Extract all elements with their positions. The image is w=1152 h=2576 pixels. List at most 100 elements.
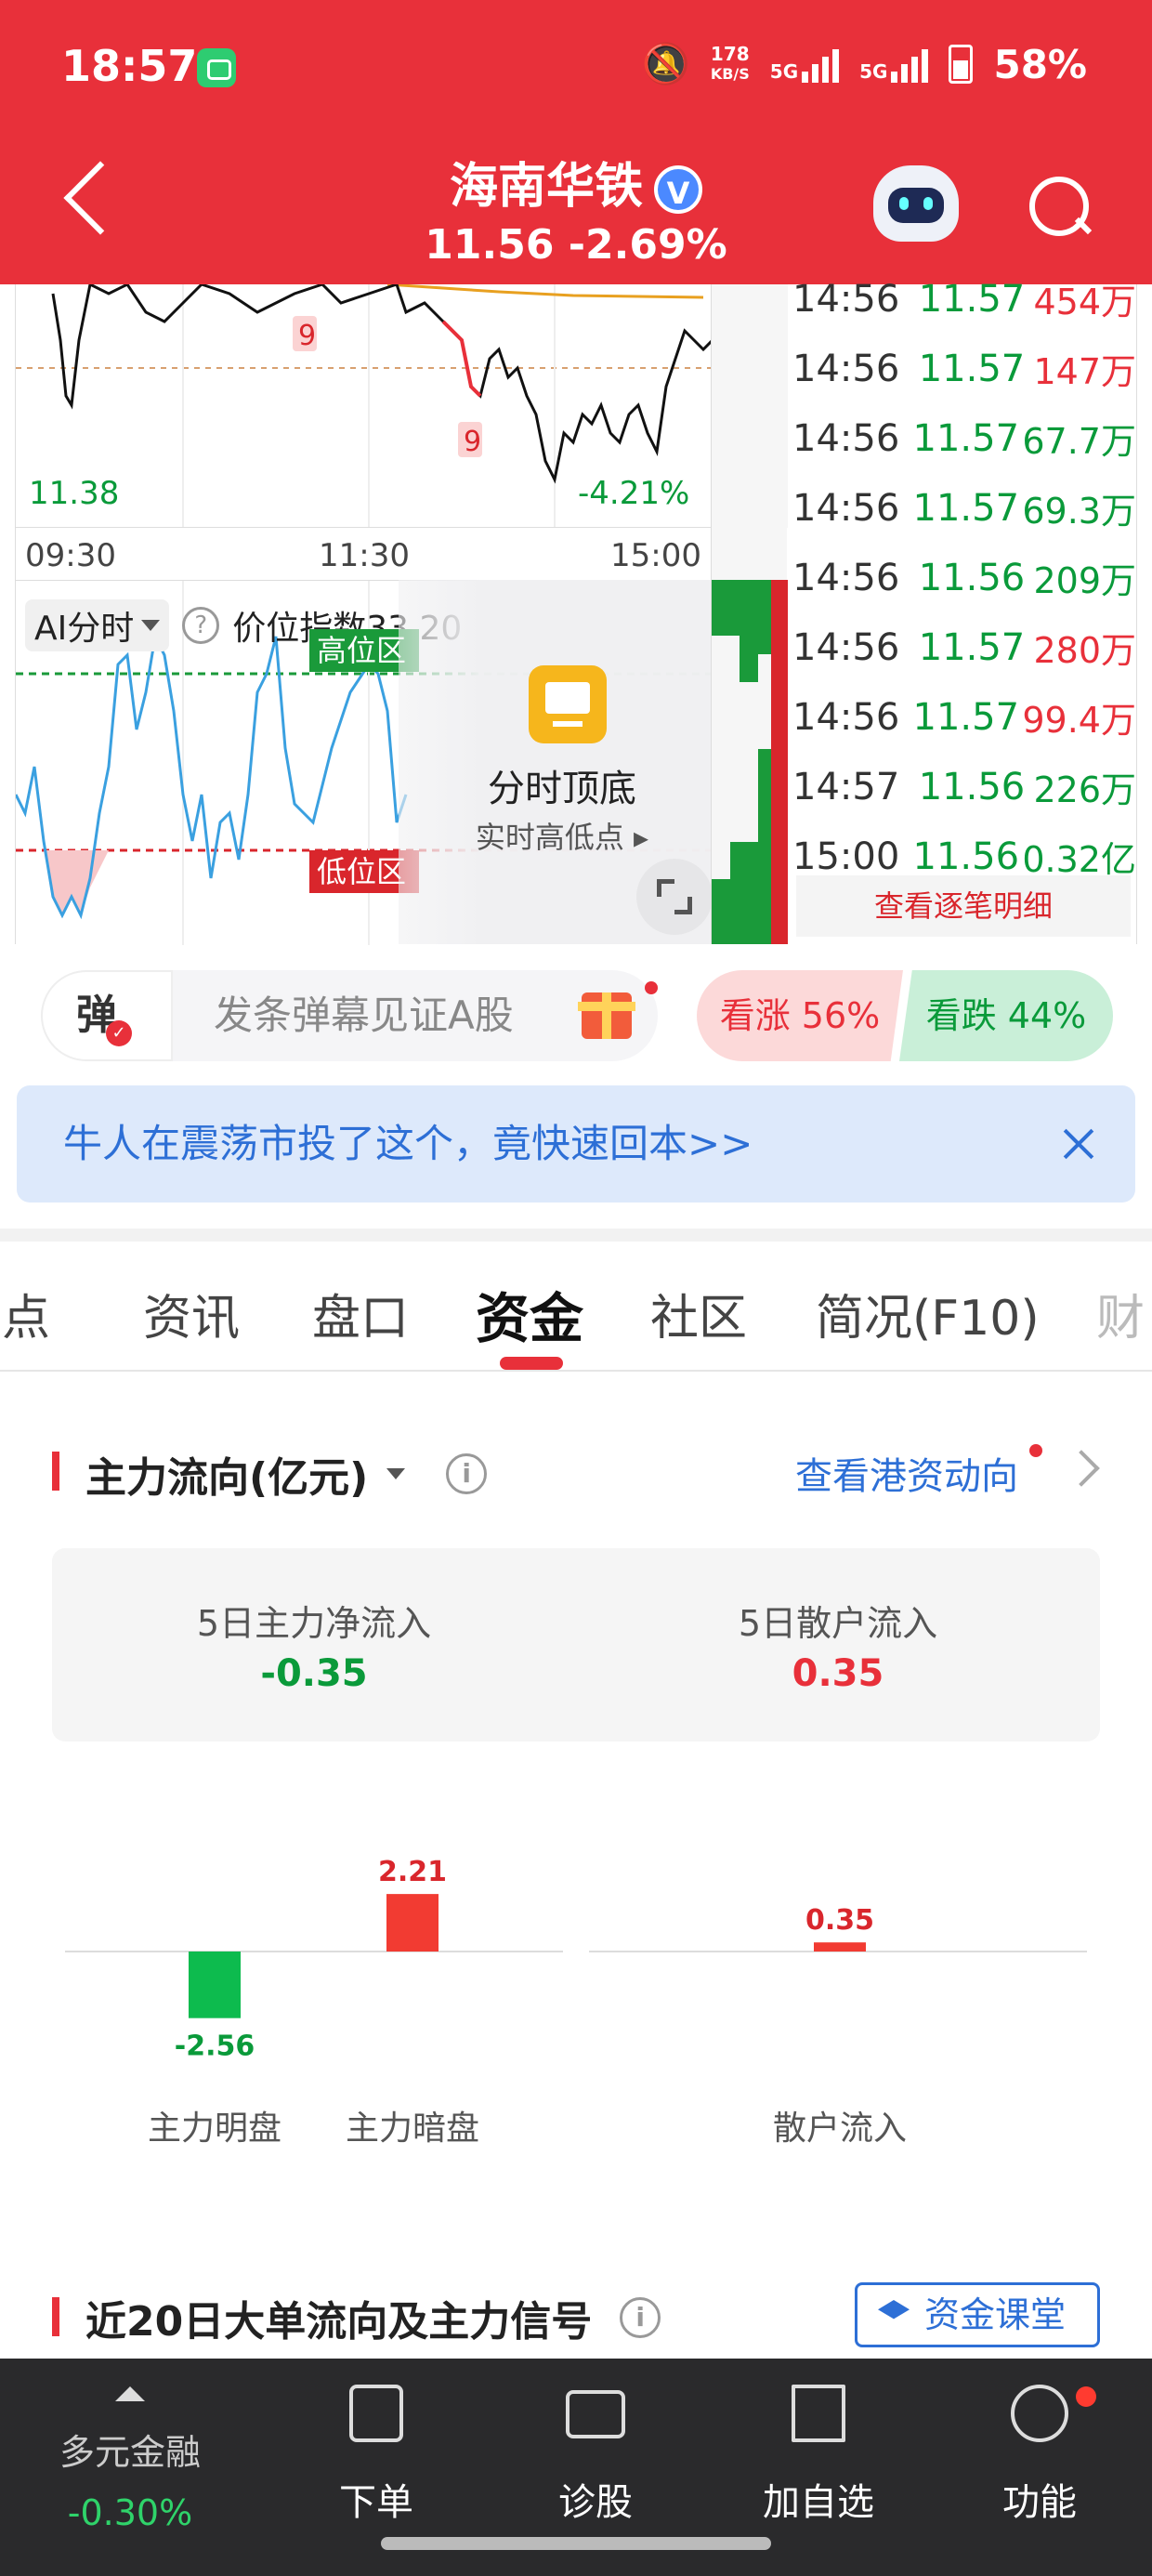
vote-down-button[interactable]: 看跌 44%: [899, 970, 1113, 1061]
tick-row: 14:56 11.57 67.7万: [792, 403, 1136, 473]
tab-financials[interactable]: 财: [1096, 1279, 1145, 1348]
info-icon[interactable]: i: [446, 1453, 488, 1494]
tick-row: 14:57 11.56 226万: [792, 752, 1136, 821]
tick-volume: 147万: [1033, 351, 1136, 392]
order-depth-bars: [712, 284, 788, 944]
tick-volume: 454万: [1033, 282, 1136, 322]
home-indicator[interactable]: [381, 2537, 771, 2550]
large-order-flow-title: 近20日大单流向及主力信号 i: [85, 2288, 661, 2347]
tick-row: 14:56 11.57 69.3万: [792, 473, 1136, 543]
tick-price: 11.57: [918, 277, 1026, 321]
info-icon[interactable]: i: [620, 2297, 661, 2338]
sector-index[interactable]: 多元金融 -0.30%: [28, 2359, 232, 2576]
help-icon[interactable]: ?: [182, 607, 220, 644]
expand-icon[interactable]: [636, 859, 713, 935]
tab-community[interactable]: 社区: [650, 1279, 747, 1348]
menu-circle-icon: [1011, 2385, 1068, 2442]
tick-price: 11.56: [918, 765, 1026, 808]
flow-summary-card: 5日主力净流入 -0.35 5日散户流入 0.35: [52, 1548, 1100, 1741]
bar-value-label: 0.35: [805, 1904, 874, 1937]
overlay-subtitle[interactable]: 实时高低点 ▸: [399, 814, 726, 857]
bar-value-label: 2.21: [378, 1856, 447, 1888]
fund-flow-bar-chart: -2.56 主力明盘 2.21 主力暗盘 0.35 散户流入: [65, 1856, 1087, 2148]
tick-time: 14:56: [792, 277, 900, 321]
tick-price: 11.56: [918, 556, 1026, 599]
low-price-label: 11.38: [29, 475, 120, 512]
notification-dot: [1029, 1444, 1042, 1457]
intraday-top-bottom-overlay[interactable]: 分时顶底 实时高低点 ▸: [399, 580, 726, 944]
danmaku-input[interactable]: 弹 发条弹幕见证A股: [41, 970, 658, 1061]
tick-time: 14:56: [792, 695, 900, 739]
vote-up-button[interactable]: 看涨 56%: [697, 970, 903, 1061]
hk-capital-link[interactable]: 查看港资动向: [795, 1446, 1018, 1500]
ai-robot-icon[interactable]: [873, 165, 959, 242]
close-icon[interactable]: [1059, 1124, 1098, 1163]
low-pct-label: -4.21%: [578, 475, 690, 512]
tick-price: 11.57: [912, 416, 1020, 460]
detail-tabs: 看点 资讯 盘口 资金 社区 简况(F10) 财: [0, 1242, 1152, 1372]
bull-bear-vote: 看涨 56% 看跌 44%: [697, 970, 1113, 1061]
search-icon[interactable]: [1026, 173, 1091, 238]
tick-time: 14:57: [792, 765, 900, 808]
category-label: 散户流入: [773, 2109, 907, 2148]
main-net-inflow: 5日主力净流入 -0.35: [196, 1603, 432, 1695]
status-time: 18:57: [61, 41, 198, 91]
volume-column: [711, 284, 788, 944]
overlay-title: 分时顶底: [488, 768, 636, 810]
tick-volume: 0.32亿: [1022, 839, 1136, 880]
mute-icon: 🔕: [641, 41, 690, 86]
tab-order-book[interactable]: 盘口: [312, 1279, 409, 1348]
tick-time: 14:56: [792, 416, 900, 460]
bar-1: [386, 1894, 439, 1952]
stock-title: 海南华铁 V: [0, 147, 1152, 217]
bar-0: [189, 1952, 241, 2018]
caret-up-icon: [115, 2386, 145, 2401]
intraday-chart-area: 9 9 11.38 -4.21% 09:30 11:30 15:00 AI分时 …: [15, 278, 1137, 945]
category-label: 主力明盘: [148, 2109, 281, 2148]
tick-volume: 69.3万: [1022, 491, 1136, 532]
tick-time: 14:56: [792, 486, 900, 530]
fund-class-button[interactable]: 资金课堂: [855, 2282, 1100, 2347]
network-speed: 178 KB/S: [710, 43, 750, 83]
danmaku-toggle[interactable]: 弹: [41, 970, 173, 1061]
add-square-icon: [792, 2385, 845, 2442]
tab-news[interactable]: 资讯: [143, 1279, 240, 1348]
time-tick: 15:00: [610, 537, 701, 574]
tick-row: 14:56 11.56 209万: [792, 543, 1136, 612]
view-tick-detail-button[interactable]: 查看逐笔明细: [796, 875, 1131, 937]
promo-banner[interactable]: 牛人在震荡市投了这个，竟快速回本>>: [17, 1085, 1135, 1203]
notification-dot: [1076, 2386, 1096, 2407]
promo-text[interactable]: 牛人在震荡市投了这个，竟快速回本>>: [63, 1085, 753, 1203]
time-axis: 09:30 11:30 15:00: [16, 537, 787, 580]
gift-icon[interactable]: [578, 992, 635, 1039]
functions-button[interactable]: 功能: [942, 2359, 1137, 2576]
tick-volume: 99.4万: [1022, 700, 1136, 741]
time-tick: 11:30: [319, 537, 410, 574]
active-tab-indicator: [500, 1357, 563, 1370]
notification-dot: [645, 981, 658, 994]
tab-profile[interactable]: 简况(F10): [816, 1279, 1040, 1348]
tick-time: 14:56: [792, 347, 900, 390]
tick-time: 14:56: [792, 625, 900, 669]
time-tick: 09:30: [25, 537, 116, 574]
chevron-down-icon[interactable]: [386, 1468, 406, 1479]
tick-price: 11.56: [912, 835, 1020, 878]
wechat-icon: [197, 48, 236, 87]
signal-icon: 5G: [770, 46, 840, 83]
tab-highlights[interactable]: 看点: [0, 1279, 50, 1348]
section-marker: [52, 1452, 59, 1491]
tab-funds[interactable]: 资金: [476, 1275, 583, 1353]
main-flow-title[interactable]: 主力流向(亿元) i: [85, 1444, 488, 1504]
monitor-chart-icon: [529, 665, 607, 743]
chevron-right-icon[interactable]: [1063, 1450, 1100, 1487]
tick-row: 14:56 11.57 454万: [792, 264, 1136, 334]
tick-time: 15:00: [792, 835, 900, 878]
briefcase-plus-icon: [566, 2390, 625, 2438]
tick-list[interactable]: 14:56 11.57 454万 14:56 11.57 147万 14:56 11.57 67…: [792, 264, 1136, 891]
status-icons: 🔕 178 KB/S 5G 5G 58%: [642, 41, 1087, 87]
danmaku-placeholder: 发条弹幕见证A股: [214, 992, 514, 1038]
ai-mode-dropdown[interactable]: AI分时: [25, 599, 170, 651]
chevron-down-icon: [141, 620, 161, 631]
tick-price: 11.57: [918, 347, 1026, 390]
verified-icon: V: [654, 165, 702, 214]
